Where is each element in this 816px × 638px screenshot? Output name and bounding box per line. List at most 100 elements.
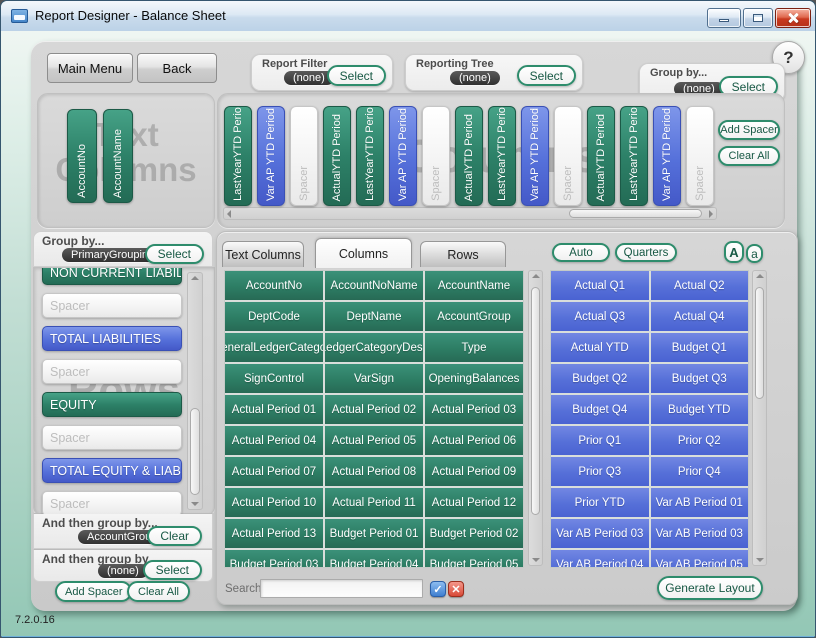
field-cell-blue[interactable]: Var AB Period 04 xyxy=(551,550,649,568)
scrollbar-thumb[interactable] xyxy=(190,408,200,495)
spacer-row-item[interactable]: Spacer xyxy=(42,425,182,450)
column-chip[interactable]: ActualYTD Period xyxy=(455,106,483,206)
scrollbar-thumb[interactable] xyxy=(569,209,702,218)
field-cell-green[interactable]: Actual Period 09 xyxy=(425,457,523,486)
field-cell-blue[interactable]: Prior Q4 xyxy=(651,457,749,486)
field-cell-green[interactable]: Budget Period 02 xyxy=(425,519,523,548)
field-cell-blue[interactable]: Prior Q2 xyxy=(651,426,749,455)
field-cell-green[interactable]: Actual Period 02 xyxy=(325,395,423,424)
field-cell-blue[interactable]: Var AB Period 03 xyxy=(551,519,649,548)
tab-columns[interactable]: Columns xyxy=(315,238,412,268)
scroll-down-arrow-icon[interactable] xyxy=(756,558,764,562)
column-chip[interactable]: LastYearYTD Period xyxy=(620,106,648,206)
search-input[interactable] xyxy=(260,579,423,598)
field-cell-green[interactable]: Actual Period 10 xyxy=(225,488,323,517)
field-cell-green[interactable]: Actual Period 12 xyxy=(425,488,523,517)
then-group-2-select-button[interactable]: Select xyxy=(143,560,202,580)
text-columns-dropzone[interactable]: Text Columns AccountNo AccountName xyxy=(37,93,215,228)
search-clear-icon[interactable] xyxy=(448,581,464,597)
column-chip[interactable]: ActualYTD Period xyxy=(323,106,351,206)
column-chip[interactable]: LastYearYTD Period xyxy=(224,106,252,206)
field-cell-green[interactable]: SignControl xyxy=(225,364,323,393)
field-cell-blue[interactable]: Actual YTD xyxy=(551,333,649,362)
field-cell-green[interactable]: Budget Period 04 xyxy=(325,550,423,568)
spacer-row-item[interactable]: Spacer xyxy=(42,293,182,318)
columns-add-spacer-button[interactable]: Add Spacer xyxy=(718,120,780,140)
scroll-up-arrow-icon[interactable] xyxy=(532,274,540,278)
field-cell-green[interactable]: Actual Period 04 xyxy=(225,426,323,455)
field-cell-blue[interactable]: Budget Q1 xyxy=(651,333,749,362)
scrollbar-thumb[interactable] xyxy=(755,287,764,399)
field-cell-blue[interactable]: Actual Q4 xyxy=(651,302,749,331)
spacer-chip[interactable]: Spacer xyxy=(422,106,450,206)
field-cell-blue[interactable]: Budget Q2 xyxy=(551,364,649,393)
spacer-chip[interactable]: Spacer xyxy=(686,106,714,206)
spacer-row-item[interactable]: Spacer xyxy=(42,359,182,384)
text-column-chip[interactable]: AccountNo xyxy=(67,109,97,203)
field-cell-blue[interactable]: Var AB Period 01 xyxy=(651,488,749,517)
quarters-button[interactable]: Quarters xyxy=(615,243,677,262)
row-item[interactable]: TOTAL EQUITY & LIABILITIES xyxy=(42,458,182,483)
rows-add-spacer-button[interactable]: Add Spacer xyxy=(55,581,132,602)
field-cell-green[interactable]: Actual Period 03 xyxy=(425,395,523,424)
column-chip[interactable]: Var AP YTD Period xyxy=(389,106,417,206)
columns-horizontal-scrollbar[interactable] xyxy=(223,207,717,220)
field-cell-blue[interactable]: Actual Q3 xyxy=(551,302,649,331)
rows-dropzone[interactable]: Rows NON CURRENT LIABILITIESSpacerTOTAL … xyxy=(33,267,215,515)
row-item[interactable]: TOTAL LIABILITIES xyxy=(42,326,182,351)
field-cell-green[interactable]: VarSign xyxy=(325,364,423,393)
field-cell-green[interactable]: DeptCode xyxy=(225,302,323,331)
row-item[interactable]: EQUITY xyxy=(42,392,182,417)
field-cell-green[interactable]: AccountNo xyxy=(225,271,323,300)
field-cell-blue[interactable]: Var AB Period 05 xyxy=(651,550,749,568)
scroll-left-arrow-icon[interactable] xyxy=(227,210,231,218)
field-cell-blue[interactable]: Prior Q3 xyxy=(551,457,649,486)
column-chip[interactable]: LastYearYTD Period xyxy=(488,106,516,206)
spacer-chip[interactable]: Spacer xyxy=(290,106,318,206)
column-chip[interactable]: Var AP YTD Period xyxy=(653,106,681,206)
tab-rows[interactable]: Rows xyxy=(420,241,506,267)
field-cell-blue[interactable]: Actual Q2 xyxy=(651,271,749,300)
rows-vertical-scrollbar[interactable] xyxy=(187,272,203,510)
field-cell-blue[interactable]: Actual Q1 xyxy=(551,271,649,300)
field-cell-green[interactable]: AccountNoName xyxy=(325,271,423,300)
scroll-up-arrow-icon[interactable] xyxy=(756,274,764,278)
field-cell-blue[interactable]: Budget Q4 xyxy=(551,395,649,424)
green-grid-scrollbar[interactable] xyxy=(528,270,543,566)
field-cell-green[interactable]: Budget Period 03 xyxy=(225,550,323,568)
field-cell-green[interactable]: AccountGroup xyxy=(425,302,523,331)
title-bar[interactable]: Report Designer - Balance Sheet xyxy=(1,1,815,32)
field-cell-green[interactable]: Budget Period 05 xyxy=(425,550,523,568)
field-cell-green[interactable]: Actual Period 13 xyxy=(225,519,323,548)
scroll-down-arrow-icon[interactable] xyxy=(191,502,199,506)
scroll-down-arrow-icon[interactable] xyxy=(532,558,540,562)
group-by-select-button[interactable]: Select xyxy=(145,244,204,264)
close-button[interactable] xyxy=(775,8,811,28)
back-button[interactable]: Back xyxy=(137,53,217,83)
auto-button[interactable]: Auto xyxy=(552,243,610,262)
field-cell-green[interactable]: OpeningBalances xyxy=(425,364,523,393)
field-cell-green[interactable]: Actual Period 07 xyxy=(225,457,323,486)
then-group-1-clear-button[interactable]: Clear xyxy=(147,526,202,546)
field-cell-green[interactable]: DeptName xyxy=(325,302,423,331)
columns-dropzone[interactable]: Columns LastYearYTD PeriodVar AP YTD Per… xyxy=(217,93,785,228)
field-cell-green[interactable]: Actual Period 06 xyxy=(425,426,523,455)
reporting-tree-select-button[interactable]: Select xyxy=(517,65,576,86)
field-cell-blue[interactable]: Var AB Period 03 xyxy=(651,519,749,548)
field-cell-blue[interactable]: Prior YTD xyxy=(551,488,649,517)
field-cell-green[interactable]: AccountName xyxy=(425,271,523,300)
maximize-button[interactable] xyxy=(743,8,773,28)
column-chip[interactable]: LastYearYTD Period xyxy=(356,106,384,206)
rows-clear-all-button[interactable]: Clear All xyxy=(127,581,190,602)
columns-clear-all-button[interactable]: Clear All xyxy=(718,146,780,166)
search-confirm-icon[interactable] xyxy=(430,581,446,597)
column-chip[interactable]: ActualYTD Period xyxy=(587,106,615,206)
field-cell-green[interactable]: Type xyxy=(425,333,523,362)
row-item[interactable]: NON CURRENT LIABILITIES xyxy=(42,267,182,285)
text-column-chip[interactable]: AccountName xyxy=(103,109,133,203)
spacer-row-item[interactable]: Spacer xyxy=(42,491,182,515)
field-cell-green[interactable]: Budget Period 01 xyxy=(325,519,423,548)
spacer-chip[interactable]: Spacer xyxy=(554,106,582,206)
generate-layout-button[interactable]: Generate Layout xyxy=(657,576,763,600)
field-cell-green[interactable]: Actual Period 01 xyxy=(225,395,323,424)
